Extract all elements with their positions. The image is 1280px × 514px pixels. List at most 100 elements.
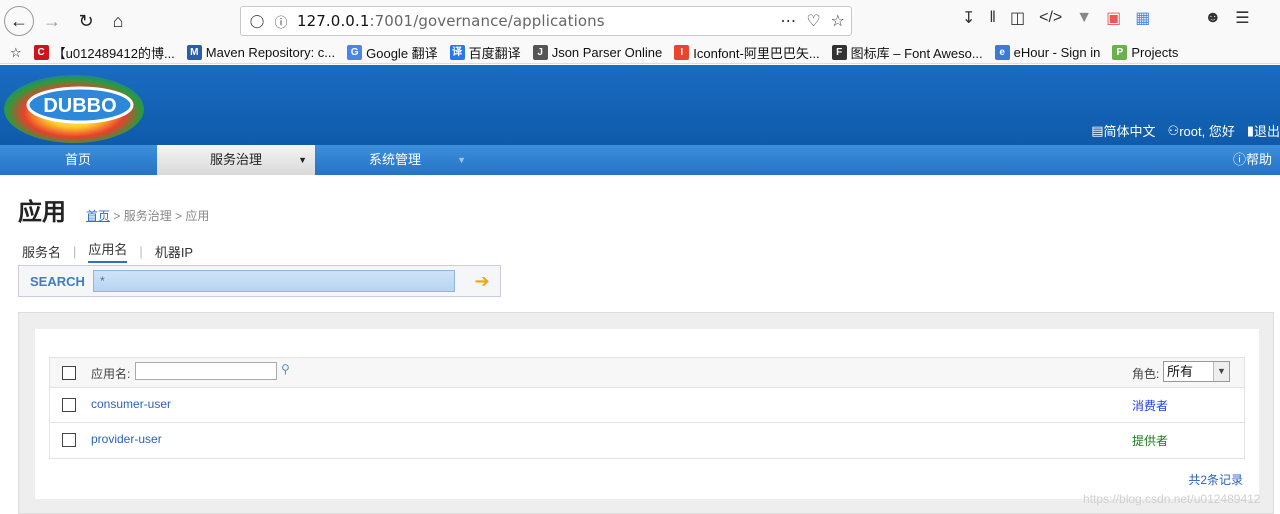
language-link[interactable]: ▤ 简体中文 — [1091, 121, 1155, 140]
help-label: 帮助 — [1245, 152, 1272, 167]
bookmark-item[interactable]: M Maven Repository: c... — [186, 43, 335, 62]
sidebar-icon[interactable]: ◫ — [1010, 8, 1025, 28]
account-icon[interactable]: ☻ — [1204, 9, 1221, 27]
shield-icon[interactable]: ◯ — [245, 13, 269, 29]
tab-service-name[interactable]: 服务名 — [22, 242, 61, 261]
row-checkbox[interactable] — [62, 433, 76, 447]
applications-table: 应用名: ⚲ 角色: 所有 ▼ consumer-user 消费者 provid… — [49, 357, 1245, 459]
bookmark-label: Google 翻译 — [366, 46, 438, 61]
role-select-value: 所有 — [1167, 364, 1194, 379]
url-text[interactable]: 127.0.0.1:7001/governance/applications — [297, 12, 605, 30]
extension-icon[interactable]: ▣ — [1106, 8, 1121, 28]
logout-link[interactable]: ▮ 退出 — [1247, 121, 1280, 140]
application-link[interactable]: consumer-user — [91, 397, 171, 411]
language-label: 简体中文 — [1103, 124, 1156, 139]
reload-icon[interactable]: ↻ — [72, 7, 100, 35]
page-title: 应用 — [18, 199, 66, 226]
bookmark-label: 【u012489412的博... — [52, 46, 175, 61]
document-icon: ▤ — [1091, 122, 1104, 138]
menu-icon[interactable]: ☰ — [1235, 8, 1249, 28]
menu-home-label: 首页 — [64, 152, 91, 167]
library-icon[interactable]: ‖ — [989, 9, 996, 27]
role-link[interactable]: 消费者 — [1132, 397, 1168, 414]
table-header: 应用名: ⚲ 角色: 所有 ▼ — [50, 358, 1244, 388]
bookmark-label: Json Parser Online — [551, 45, 663, 60]
bookmark-favicon-icon: I — [674, 45, 690, 60]
bookmark-item[interactable]: e eHour - Sign in — [994, 43, 1101, 62]
pocket-icon[interactable]: ♡ — [806, 11, 820, 31]
bookmark-favicon-icon: M — [186, 45, 202, 60]
back-icon[interactable]: ← — [4, 6, 34, 36]
search-input[interactable]: * — [93, 270, 455, 292]
record-count: 共2条记录 — [1188, 473, 1243, 487]
help-icon: ⓘ — [1232, 152, 1246, 167]
role-filter-label: 角色: — [1132, 367, 1160, 381]
bookmark-star-icon[interactable]: ☆ — [831, 11, 845, 31]
download-icon[interactable]: ↧ — [962, 8, 975, 28]
select-all-checkbox[interactable] — [62, 366, 76, 380]
caret-down-icon: ▼ — [457, 155, 466, 165]
table-row: consumer-user 消费者 — [50, 388, 1244, 423]
vue-extension-icon[interactable]: ▼ — [1076, 9, 1092, 27]
search-icon[interactable]: ⚲ — [281, 362, 290, 376]
forward-icon[interactable]: → — [38, 7, 66, 35]
results-card: 应用名: ⚲ 角色: 所有 ▼ consumer-user 消费者 provid… — [35, 329, 1259, 499]
application-link[interactable]: provider-user — [91, 432, 162, 446]
bookmark-item[interactable]: C 【u012489412的博... — [33, 43, 175, 62]
menu-home[interactable]: 首页 — [0, 145, 156, 175]
user-icon: ⚇ — [1167, 122, 1180, 138]
translate-extension-icon[interactable]: ▦ — [1135, 8, 1150, 28]
devtools-icon[interactable]: </> — [1039, 9, 1062, 27]
info-icon[interactable]: ⓘ — [269, 12, 293, 31]
user-label: root, 您好 — [1179, 124, 1235, 139]
bookmarks-star-icon[interactable]: ☆ — [10, 45, 22, 61]
row-checkbox[interactable] — [62, 398, 76, 412]
logo-text: DUBBO — [43, 95, 116, 117]
home-icon[interactable]: ⌂ — [104, 7, 132, 35]
bookmarks-bar: ☆ C 【u012489412的博... M Maven Repository: c.… — [0, 42, 1280, 64]
bookmark-item[interactable]: J Json Parser Online — [532, 43, 663, 62]
bookmark-label: eHour - Sign in — [1013, 45, 1101, 60]
bookmark-favicon-icon: P — [1112, 45, 1128, 60]
chevron-down-icon: ▼ — [1213, 362, 1229, 381]
bookmark-item[interactable]: F 图标库 – Font Aweso... — [831, 43, 983, 62]
tab-separator: | — [73, 243, 77, 259]
bookmark-item[interactable]: G Google 翻译 — [347, 43, 438, 62]
role-link[interactable]: 提供者 — [1132, 432, 1168, 449]
user-info: ⚇ root, 您好 — [1168, 121, 1235, 140]
bookmark-label: 百度翻译 — [468, 46, 521, 61]
bookmark-item[interactable]: 译百度翻译 — [449, 43, 521, 62]
bookmark-item[interactable]: P Projects — [1112, 43, 1178, 62]
breadcrumb-home-link[interactable]: 首页 — [86, 209, 110, 223]
bookmark-label: Iconfont-阿里巴巴矢... — [693, 46, 820, 61]
help-link[interactable]: ⓘ帮助 — [1233, 145, 1272, 175]
search-arrow-icon[interactable]: ➔ — [471, 270, 493, 292]
table-row: provider-user 提供者 — [50, 423, 1244, 458]
page-actions-icon[interactable]: ⋯ — [780, 11, 796, 31]
breadcrumb: 首页 > 服务治理 > 应用 — [86, 207, 209, 224]
bookmark-label: Projects — [1131, 45, 1179, 60]
search-type-tabs: 服务名 | 应用名 | 机器IP — [22, 239, 193, 263]
bookmark-favicon-icon: F — [831, 45, 847, 60]
results-panel: 应用名: ⚲ 角色: 所有 ▼ consumer-user 消费者 provid… — [18, 312, 1274, 514]
name-filter-input[interactable] — [135, 362, 277, 380]
app-header: DUBBO ▤ 简体中文 ⚇ root, 您好 ▮ 退出 — [0, 65, 1280, 145]
dubbo-logo: DUBBO — [4, 75, 144, 143]
bookmark-favicon-icon: J — [532, 45, 548, 60]
address-bar[interactable]: ◯ ⓘ 127.0.0.1:7001/governance/applicatio… — [240, 6, 852, 36]
bookmark-item[interactable]: I Iconfont-阿里巴巴矢... — [674, 43, 820, 62]
tab-application-name[interactable]: 应用名 — [88, 239, 128, 263]
bookmark-favicon-icon: G — [347, 45, 363, 60]
search-panel: SEARCH * ➔ — [18, 265, 501, 297]
bookmark-favicon-icon: e — [994, 45, 1010, 60]
url-path: :7001/governance/applications — [369, 12, 605, 30]
tab-machine-ip[interactable]: 机器IP — [155, 242, 193, 261]
browser-toolbar: ← → ↻ ⌂ ◯ ⓘ 127.0.0.1:7001/governance/ap… — [0, 0, 1280, 42]
role-select[interactable]: 所有 ▼ — [1163, 361, 1230, 382]
caret-down-icon: ▼ — [298, 155, 307, 165]
watermark: https://blog.csdn.net/u012489412 — [1083, 492, 1261, 506]
menu-governance-label: 服务治理 — [209, 152, 262, 167]
menu-system[interactable]: 系统管理 ▼ — [316, 145, 474, 175]
menu-governance[interactable]: 服务治理 ▼ — [157, 145, 315, 175]
search-label: SEARCH — [30, 274, 85, 289]
